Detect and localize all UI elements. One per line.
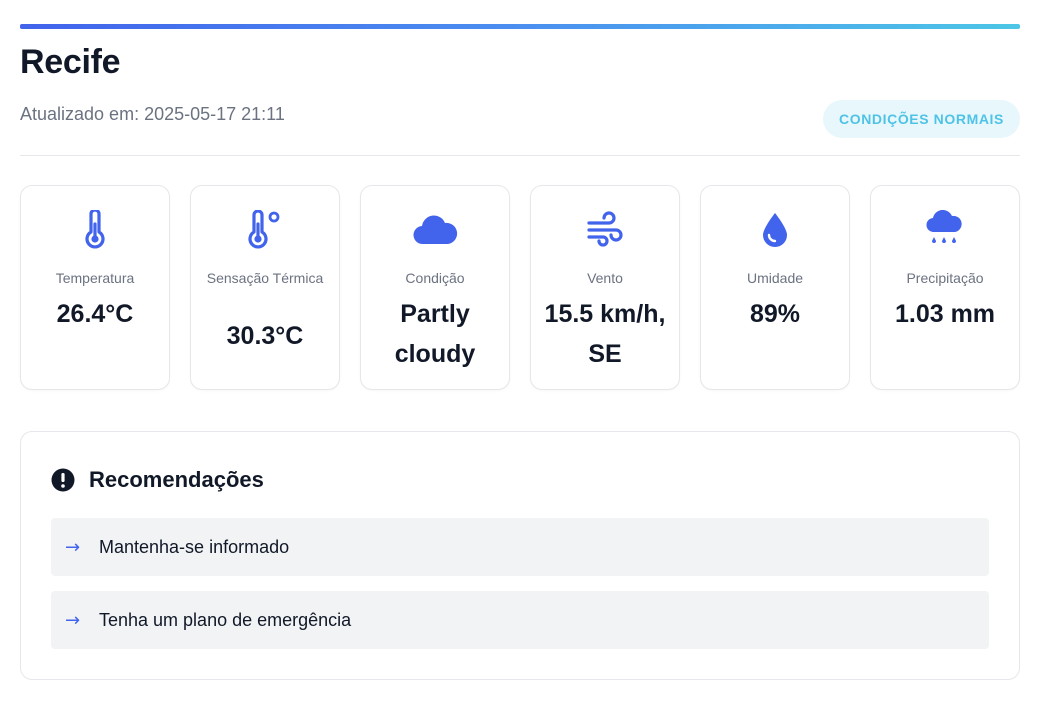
droplet-icon [701,210,849,250]
recommendations-panel: Recomendações → Mantenha-se informado → … [20,431,1020,680]
metric-card-condition: Condição Partly cloudy [360,185,510,390]
metric-label: Sensação Térmica [206,270,324,286]
weather-panel: Recife Atualizado em: 2025-05-17 21:11 C… [20,24,1020,680]
cloud-icon [361,210,509,250]
metric-card-wind: Vento 15.5 km/h, SE [530,185,680,390]
metric-label: Umidade [746,270,804,286]
exclamation-circle-icon [51,468,75,492]
thermometer-feels-like-icon [191,210,339,250]
header: Recife Atualizado em: 2025-05-17 21:11 C… [20,29,1020,156]
arrow-right-icon: → [65,609,81,631]
city-title: Recife [20,43,121,81]
metric-value: 26.4°C [56,300,134,328]
recommendation-text: Mantenha-se informado [99,536,290,557]
wind-icon [531,210,679,250]
recommendation-item: → Mantenha-se informado [51,518,989,576]
metric-value: 1.03 mm [894,300,996,328]
metric-card-precipitation: Precipitação 1.03 mm [870,185,1020,390]
metric-label: Precipitação [906,270,984,286]
recommendations-header: Recomendações [51,466,264,494]
metric-card-humidity: Umidade 89% [700,185,850,390]
metric-label: Condição [405,270,465,286]
recommendation-text: Tenha um plano de emergência [99,609,352,630]
metrics-grid: Temperatura 26.4°C Sensação Térmica 30.3… [20,185,1020,390]
recommendation-item: → Tenha um plano de emergência [51,591,989,649]
status-badge: CONDIÇÕES NORMAIS [823,100,1020,138]
metric-card-temperature: Temperatura 26.4°C [20,185,170,390]
metric-value: Partly cloudy [394,300,476,368]
updated-timestamp: Atualizado em: 2025-05-17 21:11 [20,104,285,124]
arrow-right-icon: → [65,536,81,558]
cloud-rain-icon [871,210,1019,250]
metric-value: 89% [749,300,801,328]
metric-label: Vento [587,270,623,286]
metric-value: 15.5 km/h, SE [544,300,666,368]
thermometer-icon [21,210,169,250]
metric-value: 30.3°C [226,322,304,350]
metric-card-feels-like: Sensação Térmica 30.3°C [190,185,340,390]
metric-label: Temperatura [55,270,135,286]
recommendations-title: Recomendações [89,467,264,492]
